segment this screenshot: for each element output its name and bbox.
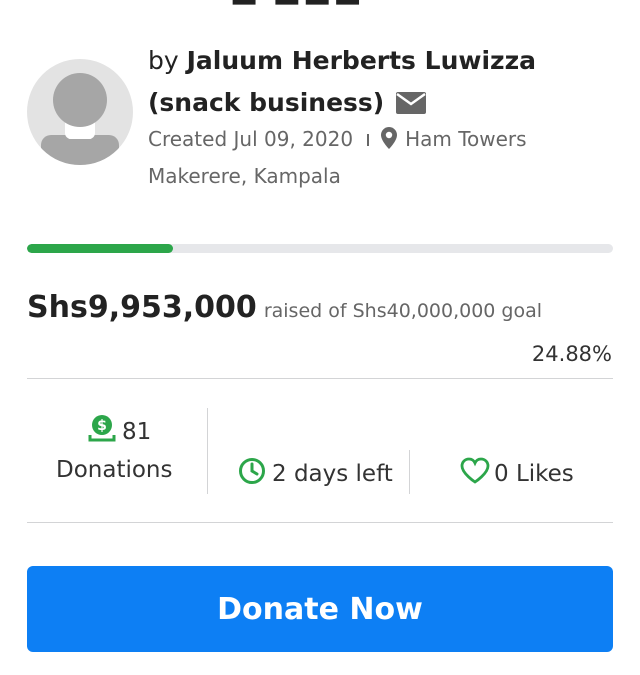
likes-count: 0 Likes bbox=[494, 461, 574, 487]
by-label: by bbox=[148, 46, 179, 75]
avatar bbox=[27, 59, 133, 165]
meta-separator bbox=[367, 134, 370, 146]
clock-icon bbox=[239, 458, 265, 484]
divider-top bbox=[27, 378, 613, 379]
heart-icon[interactable] bbox=[460, 457, 490, 485]
donations-label: Donations bbox=[56, 457, 173, 483]
title-cut-off: ▬ ▬▬▬ bbox=[0, 0, 640, 12]
raised-summary: Shs9,953,000 raised of Shs40,000,000 goa… bbox=[27, 290, 617, 325]
raised-amount: Shs9,953,000 bbox=[27, 290, 257, 325]
campaign-owner: by Jaluum Herberts Luwizza (snack busine… bbox=[148, 40, 618, 127]
donations-count-row: $ 81 bbox=[88, 414, 151, 445]
goal-text: raised of Shs40,000,000 goal bbox=[263, 300, 543, 322]
stat-divider-1 bbox=[207, 408, 208, 494]
donate-now-button[interactable]: Donate Now bbox=[27, 566, 613, 652]
progress-fill bbox=[27, 244, 173, 253]
money-hand-icon: $ bbox=[88, 415, 116, 442]
svg-text:$: $ bbox=[97, 418, 107, 434]
like-button[interactable]: 0 Likes bbox=[460, 457, 574, 487]
created-date: Created Jul 09, 2020 bbox=[148, 127, 354, 151]
donations-count: 81 bbox=[122, 419, 152, 445]
map-pin-icon bbox=[381, 125, 398, 159]
progress-bar bbox=[27, 244, 613, 253]
days-left-row: 2 days left bbox=[238, 457, 393, 487]
days-left: 2 days left bbox=[272, 461, 393, 487]
stat-divider-2 bbox=[409, 450, 410, 494]
owner-name[interactable]: Jaluum Herberts Luwizza (snack business) bbox=[148, 46, 536, 117]
percent-raised: 24.88% bbox=[531, 342, 612, 366]
envelope-icon[interactable] bbox=[396, 85, 427, 127]
campaign-meta: Created Jul 09, 2020 Ham Towers Makerere,… bbox=[148, 122, 608, 193]
divider-bottom bbox=[27, 522, 613, 523]
